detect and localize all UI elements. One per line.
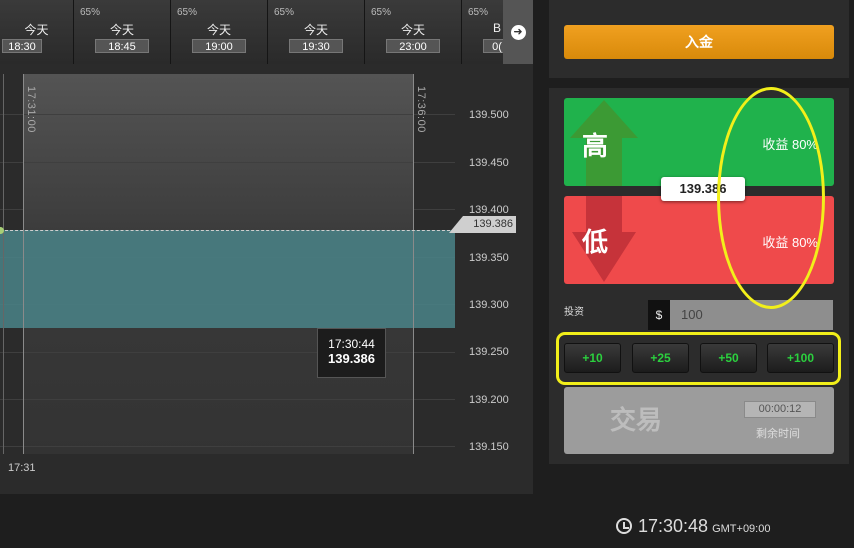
current-price-line [0, 230, 455, 231]
expiry-tabs: 今天 18:30 65% 今天 18:45 65% 今天 19:00 65% 今… [0, 0, 533, 64]
expiry-tab-day: 今天 [109, 23, 134, 37]
clock-timezone: GMT+09:00 [712, 523, 771, 535]
expiry-tab-percent: 65% [80, 7, 101, 18]
clock-time: 17:30:48 [638, 516, 709, 536]
trade-label: 交易 [610, 405, 663, 435]
deposit-button[interactable]: 入金 [564, 25, 834, 59]
grid-line [0, 399, 455, 400]
y-tick-label: 139.150 [469, 441, 509, 453]
trading-screen: 今天 18:30 65% 今天 18:45 65% 今天 19:00 65% 今… [0, 0, 854, 548]
remaining-time-label: 剩余时间 [756, 428, 800, 440]
y-tick-label: 139.250 [469, 346, 509, 358]
expiry-tab-day: 今天 [206, 23, 231, 37]
grid-line [0, 209, 455, 210]
current-price-tag: 139.386 [449, 216, 516, 233]
y-tick-label: 139.400 [469, 204, 509, 216]
expiry-tab-time: 23:00 [386, 39, 440, 53]
y-tick-label: 139.450 [469, 157, 509, 169]
trade-button[interactable]: 交易 00:00:12 剩余时间 [564, 387, 834, 454]
investment-label: 投资 [564, 307, 584, 318]
expiry-tab-percent: 65% [274, 7, 295, 18]
arrow-right-icon: ➜ [510, 24, 526, 40]
expiry-tab-percent: 65% [177, 7, 198, 18]
currency-symbol: $ [648, 300, 670, 330]
expiry-tab[interactable]: 65% 今天 19:30 [268, 0, 365, 64]
start-time-label: 17:31:00 [25, 86, 37, 133]
grid-line [0, 162, 455, 163]
grid-line [0, 352, 455, 353]
tooltip-price: 139.386 [328, 351, 375, 366]
expiry-tab[interactable]: 65% 今天 23:00 [365, 0, 462, 64]
expiry-time-label: 17:36:00 [415, 86, 427, 133]
expiry-tab-time: 19:30 [289, 39, 343, 53]
y-tick-label: 139.300 [469, 299, 509, 311]
expiry-tab-time: 18:45 [95, 39, 149, 53]
expiry-time-line [413, 74, 414, 454]
high-label: 高 [582, 131, 609, 161]
y-tick-label: 139.200 [469, 394, 509, 406]
expiry-tab-day: 今天 [400, 23, 425, 37]
low-label: 低 [582, 227, 609, 257]
remaining-timer: 00:00:12 [744, 401, 816, 418]
price-range-band [0, 230, 455, 328]
x-tick-label: 17:31 [8, 462, 36, 474]
investment-amount-input[interactable]: 100 [670, 300, 833, 330]
chart-panel: 17:31:00 17:36:00 139.500 139.450 139.40… [0, 64, 533, 494]
start-time-line [23, 74, 24, 454]
clock-icon [616, 518, 632, 534]
tabs-scroll-button[interactable]: ➜ [503, 0, 533, 64]
quick-amount-highlight [556, 332, 841, 385]
current-time-line [3, 74, 4, 454]
expiry-tab-percent: 65% [371, 7, 392, 18]
expiry-tab[interactable]: 65% 今天 19:00 [171, 0, 268, 64]
tooltip-time: 17:30:44 [328, 337, 375, 351]
grid-line [0, 114, 455, 115]
y-tick-label: 139.350 [469, 252, 509, 264]
expiry-tab-day: 今天 [303, 23, 328, 37]
yield-highlight-ring [717, 87, 825, 309]
expiry-tab-time: 19:00 [192, 39, 246, 53]
chart-tooltip: 17:30:44 139.386 [317, 328, 386, 378]
expiry-tab-day: 今天 [24, 23, 49, 37]
server-clock: 17:30:48 GMT+09:00 [616, 516, 770, 537]
expiry-tab-time: 18:30 [2, 39, 42, 53]
expiry-tab[interactable]: 今天 18:30 [0, 0, 74, 64]
expiry-tab-percent: 65% [468, 7, 489, 18]
expiry-tab[interactable]: 65% 今天 18:45 [74, 0, 171, 64]
expiry-tab[interactable]: 65% B 0( [462, 0, 511, 64]
y-tick-label: 139.500 [469, 109, 509, 121]
grid-line [0, 446, 455, 447]
price-chart[interactable]: 17:31:00 17:36:00 [0, 74, 455, 454]
